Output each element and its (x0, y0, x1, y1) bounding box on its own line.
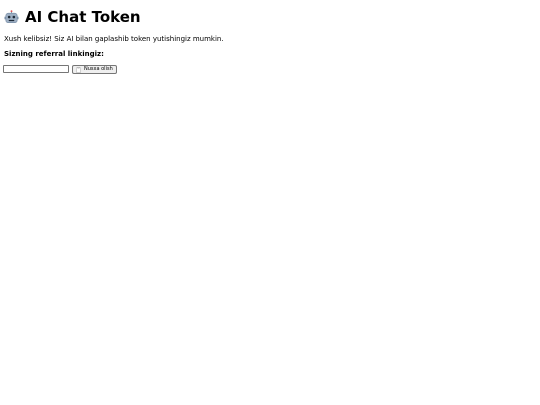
robot-icon (4, 9, 19, 23)
page-title: AI Chat Token (4, 8, 141, 26)
copy-button[interactable]: Nusxa olish (72, 65, 117, 74)
page: AI Chat Token Xush kelibsiz! Siz AI bila… (0, 0, 540, 405)
clipboard-icon (76, 66, 81, 73)
referral-link-input[interactable] (3, 65, 69, 73)
welcome-text: Xush kelibsiz! Siz AI bilan gaplashib to… (4, 35, 224, 43)
referral-label: Sizning referral linkingiz: (4, 50, 104, 58)
copy-button-label: Nusxa olish (84, 66, 113, 72)
title-text: AI Chat Token (25, 8, 141, 26)
